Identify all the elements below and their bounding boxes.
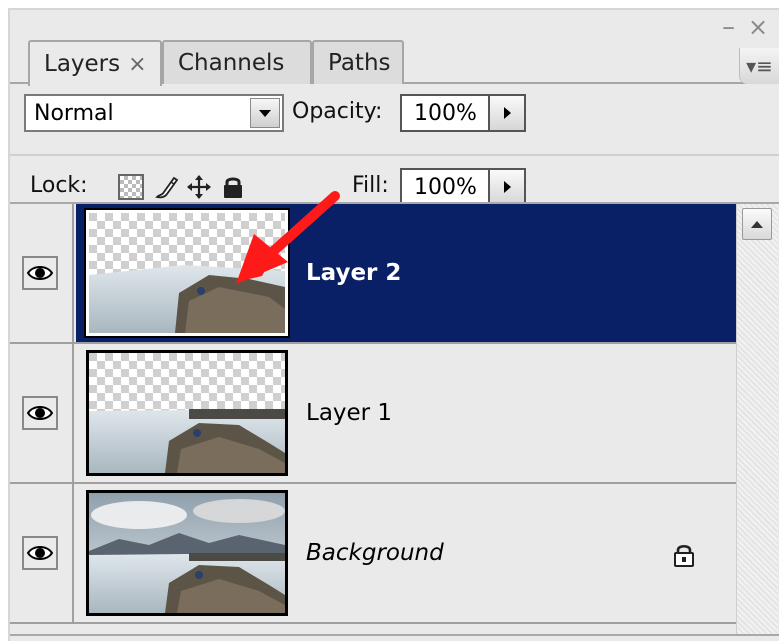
layer-content[interactable]: Layer 2 bbox=[76, 204, 736, 342]
layer-thumbnail bbox=[84, 208, 290, 338]
opacity-field[interactable]: 100% bbox=[400, 94, 490, 132]
tab-label: Paths bbox=[328, 50, 391, 76]
tab-paths[interactable]: Paths bbox=[312, 40, 404, 84]
layer-row[interactable]: Layer 1 bbox=[10, 344, 736, 484]
layer-name[interactable]: Background bbox=[306, 540, 444, 566]
lock-label: Lock: bbox=[30, 173, 88, 198]
arrow-right-icon bbox=[503, 181, 511, 193]
layers-scrollbar[interactable] bbox=[736, 204, 778, 634]
lock-transparency-icon[interactable] bbox=[118, 174, 144, 200]
layer-thumbnail bbox=[86, 490, 288, 616]
visibility-cell[interactable] bbox=[10, 484, 74, 622]
chevron-up-icon bbox=[751, 220, 763, 228]
layer-content[interactable]: Layer 1 bbox=[76, 344, 736, 482]
lock-icon bbox=[672, 542, 696, 568]
padlock-icon[interactable] bbox=[220, 174, 246, 200]
opacity-slider-button[interactable] bbox=[488, 94, 526, 132]
layers-list: Layer 2 Layer 1 Background bbox=[10, 204, 736, 634]
layer-name[interactable]: Layer 1 bbox=[306, 400, 392, 426]
layer-content[interactable]: Background bbox=[76, 484, 736, 622]
chevron-down-icon[interactable] bbox=[250, 98, 280, 128]
opacity-value: 100% bbox=[414, 100, 477, 126]
eye-icon[interactable] bbox=[22, 396, 58, 430]
layer-row[interactable]: Background bbox=[10, 484, 736, 624]
fill-value: 100% bbox=[414, 174, 477, 200]
tab-label: Channels bbox=[178, 50, 285, 76]
brush-icon[interactable] bbox=[154, 174, 180, 200]
arrow-right-icon bbox=[503, 107, 511, 119]
opacity-label: Opacity: bbox=[292, 99, 383, 124]
move-icon[interactable] bbox=[186, 174, 212, 200]
eye-icon[interactable] bbox=[22, 536, 58, 570]
tab-label: Layers bbox=[44, 51, 121, 77]
blend-mode-value: Normal bbox=[34, 100, 114, 126]
tab-channels[interactable]: Channels bbox=[162, 40, 312, 84]
divider bbox=[10, 154, 779, 156]
layer-row[interactable]: Layer 2 bbox=[10, 204, 736, 344]
layer-name[interactable]: Layer 2 bbox=[306, 260, 401, 286]
fill-slider-button[interactable] bbox=[488, 168, 526, 206]
visibility-cell[interactable] bbox=[10, 204, 74, 342]
layer-thumbnail bbox=[86, 350, 288, 476]
panel-menu-icon: ▾≡ bbox=[746, 54, 773, 78]
panel-tab-bar: Layers × Channels Paths bbox=[10, 34, 779, 86]
panel-menu-button[interactable]: ▾≡ bbox=[739, 48, 779, 84]
layers-panel: – × Layers × Channels Paths ▾≡ Normal Op… bbox=[8, 8, 779, 641]
visibility-cell[interactable] bbox=[10, 344, 74, 482]
blend-mode-select[interactable]: Normal bbox=[24, 94, 284, 132]
fill-field[interactable]: 100% bbox=[400, 168, 490, 206]
tab-layers[interactable]: Layers × bbox=[28, 40, 162, 86]
fill-label: Fill: bbox=[352, 173, 389, 198]
eye-icon[interactable] bbox=[22, 256, 58, 290]
panel-footer bbox=[10, 634, 779, 641]
scroll-up-button[interactable] bbox=[742, 208, 772, 240]
close-tab-icon[interactable]: × bbox=[128, 52, 146, 77]
